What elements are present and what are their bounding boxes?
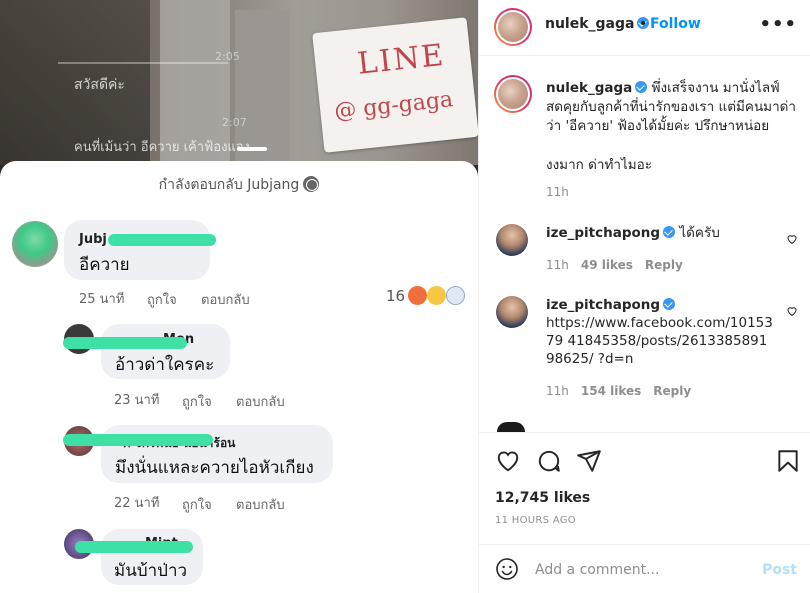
username-text[interactable]: nulek_gaga [545, 16, 634, 32]
heart-icon[interactable] [786, 233, 798, 245]
heart-icon[interactable] [495, 448, 521, 474]
name-redaction [108, 234, 216, 246]
verified-badge-icon [663, 226, 676, 238]
comment-text: ize_pitchapong ได้ครับ [546, 224, 776, 242]
reply-link[interactable]: ตอบกลับ [236, 391, 285, 412]
reply-header-text: กำลังตอบกลับ Jubjang [158, 177, 300, 193]
ghost-caption: คนที่เม้นว่า อีควาย เค้าฟ้องแจง [74, 140, 250, 155]
comment-bubble: Mint มันบ้าป่าว [75, 529, 203, 585]
reply-link[interactable]: ตอบกลับ [201, 289, 250, 310]
more-options-icon[interactable]: ••• [759, 14, 797, 35]
follow-button[interactable]: Follow [650, 16, 701, 32]
comment-username[interactable]: ize_pitchapong [546, 225, 660, 241]
avatar-photo [498, 12, 528, 42]
comment-bubble: Jubj อีควาย [64, 220, 216, 280]
like-link[interactable]: ถูกใจ [182, 494, 212, 515]
ghost-divider [58, 62, 228, 64]
comment-text: ize_pitchapong https://www.facebook.com/… [546, 296, 776, 368]
like-link[interactable]: ถูกใจ [182, 391, 212, 412]
caption-text-2: งงมาก ด่าทำไมอะ [546, 157, 653, 173]
emoji-icon[interactable] [495, 557, 519, 581]
reaction-count[interactable]: 16 [386, 287, 405, 305]
name-redaction [63, 434, 213, 446]
comment-time: 23 นาที [114, 393, 160, 408]
bookmark-icon[interactable] [775, 448, 801, 474]
caption-username[interactable]: nulek_gaga [546, 80, 632, 96]
username[interactable]: nulek_gaga [545, 16, 650, 32]
name-redaction [75, 541, 193, 553]
comment-author[interactable]: Jubj [79, 232, 107, 247]
care-reaction-icon [446, 286, 465, 305]
comment-link[interactable]: https://www.facebook.com/1015379 4184535… [546, 314, 774, 368]
post-sidebar: nulek_gaga • Follow ••• nulek_gaga พึ่งเ… [478, 0, 810, 593]
header-separator: • [639, 16, 648, 32]
avatar-inner [496, 77, 530, 111]
comment-username[interactable]: ize_pitchapong [546, 297, 660, 313]
reply-button[interactable]: Reply [653, 384, 691, 398]
sheet-handle [237, 147, 267, 151]
comment-text: อีควาย [79, 255, 130, 275]
add-comment-bar: Add a comment... Post [479, 544, 810, 593]
reply-link[interactable]: ตอบกลับ [236, 494, 285, 515]
comment-time[interactable]: 11h [546, 258, 569, 272]
comment-bubble: Mon อ้าวด่าใครคะ [63, 324, 230, 379]
comment-likes[interactable]: 49 likes [581, 258, 633, 272]
comment-meta: 11h 49 likes Reply [546, 258, 683, 272]
avatar[interactable] [496, 224, 528, 256]
post-button[interactable]: Post [762, 562, 797, 578]
share-icon[interactable] [576, 448, 602, 474]
sign-line2: @ gg-gaga [333, 87, 455, 125]
reply-sheet: กำลังตอบกลับ Jubjang Jubj อีควาย 25 นาที… [0, 161, 478, 593]
reply-button[interactable]: Reply [645, 258, 683, 272]
post-image[interactable]: LINE @ gg-gaga 2:05 สวัสดีค่ะ 2:07 คนที่… [0, 0, 478, 593]
comment-input[interactable]: Add a comment... [535, 562, 659, 578]
ghost-greeting: สวัสดีค่ะ [74, 77, 125, 93]
comment-icon[interactable] [536, 448, 562, 474]
comment-time[interactable]: 11h [546, 384, 569, 398]
comment-time: 25 นาที [79, 292, 125, 307]
comment-text: มันบ้าป่าว [114, 561, 188, 581]
verified-badge-icon [663, 298, 676, 310]
avatar[interactable] [12, 221, 58, 267]
post-actions: 12,745 likes 11 HOURS AGO [479, 432, 810, 544]
comment-text: มึงนั่นแหละควายไอหัวเกียง [115, 458, 314, 478]
sign-line1: LINE [355, 37, 447, 82]
heart-icon[interactable] [786, 305, 798, 317]
wow-reaction-icon [427, 286, 446, 305]
comment-meta: 11h 154 likes Reply [546, 384, 691, 398]
verified-badge-icon [635, 81, 648, 93]
avatar[interactable] [496, 296, 528, 328]
line-sign: LINE @ gg-gaga [312, 17, 478, 153]
avatar-inner [496, 10, 530, 44]
post-time[interactable]: 11 HOURS AGO [495, 515, 576, 526]
caption-time[interactable]: 11h [546, 185, 569, 199]
like-link[interactable]: ถูกใจ [147, 289, 177, 310]
post-caption: nulek_gaga พึ่งเสร็จงาน มานั่งไลฟ์สดคุยก… [546, 79, 796, 175]
avatar-photo [498, 79, 528, 109]
name-redaction [63, 337, 187, 349]
comment-likes[interactable]: 154 likes [581, 384, 641, 398]
avatar[interactable] [494, 75, 532, 113]
comment-time: 22 นาที [114, 496, 160, 511]
reply-header: กำลังตอบกลับ Jubjang [0, 174, 478, 196]
post-header: nulek_gaga • Follow ••• [479, 0, 810, 56]
globe-icon [303, 176, 320, 192]
avatar[interactable] [494, 8, 532, 46]
comment-text: อ้าวด่าใครคะ [115, 355, 215, 375]
comment-bubble: ศ จักรพันธ์ น่อน้ำร้อน มึงนั่นแหละควายไอ… [63, 425, 333, 483]
avatar[interactable] [497, 422, 525, 432]
ghost-time: 2:07 [222, 116, 247, 129]
angry-reaction-icon [408, 286, 427, 305]
comment-body: ได้ครับ [679, 225, 720, 241]
likes-count[interactable]: 12,745 likes [495, 490, 590, 506]
